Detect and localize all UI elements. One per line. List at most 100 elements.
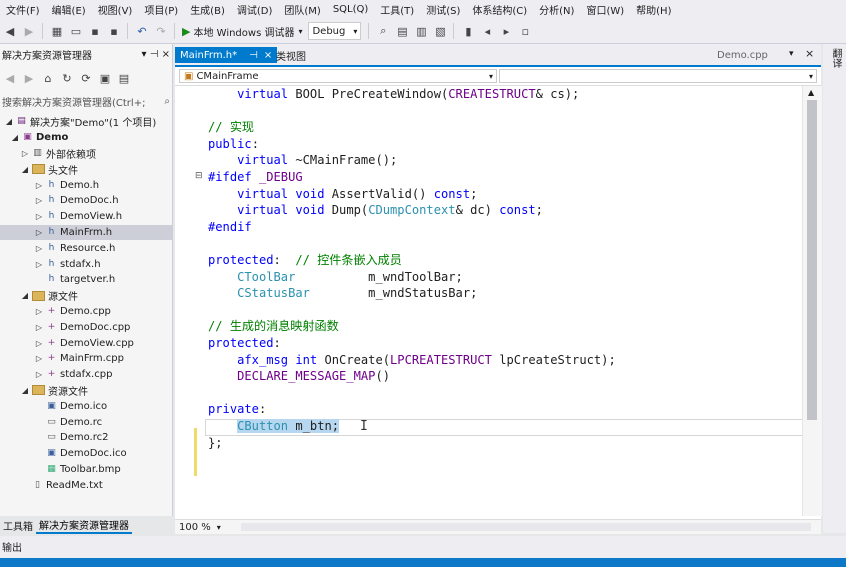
refresh-icon[interactable]: ⟳ bbox=[77, 69, 95, 87]
tab-toolbox[interactable]: 工具箱 bbox=[0, 518, 36, 533]
solution-search-input[interactable]: 搜索解决方案资源管理器(Ctrl+; ⌕ bbox=[0, 92, 172, 110]
tree-item-readme[interactable]: ▯ ReadMe.txt bbox=[0, 477, 172, 493]
text-file-icon: ▯ bbox=[35, 479, 40, 490]
tree-item-cpp[interactable]: ▷ + Demo.cpp bbox=[0, 304, 172, 320]
menu-item[interactable]: 调试(D) bbox=[231, 2, 279, 17]
tree-item-cpp[interactable]: ▷ + DemoView.cpp bbox=[0, 335, 172, 351]
clear-bookmark-icon[interactable]: ▫ bbox=[516, 22, 534, 40]
tree-item-h[interactable]: ▷ h Resource.h bbox=[0, 240, 172, 256]
back-icon[interactable]: ◀ bbox=[1, 22, 19, 40]
tab-mainfrm-h[interactable]: MainFrm.h* ⊣ × bbox=[175, 47, 278, 63]
home-icon[interactable]: ⌂ bbox=[39, 69, 57, 87]
menu-item[interactable]: 工具(T) bbox=[374, 2, 420, 17]
tree-item-h[interactable]: ▷ h stdafx.h bbox=[0, 256, 172, 272]
tab-solution-explorer[interactable]: 解决方案资源管理器 bbox=[36, 517, 132, 534]
back-icon[interactable]: ◀ bbox=[1, 69, 19, 87]
forward-icon[interactable]: ▶ bbox=[20, 22, 38, 40]
menu-item[interactable]: 帮助(H) bbox=[630, 2, 677, 17]
pin-icon[interactable]: ⊣ bbox=[150, 49, 159, 60]
tree-item-h[interactable]: ▷ h DemoView.h bbox=[0, 209, 172, 225]
dropdown-icon[interactable]: ▾ bbox=[141, 49, 146, 60]
close-icon[interactable]: × bbox=[805, 47, 814, 60]
menu-item[interactable]: 编辑(E) bbox=[46, 2, 92, 17]
menu-item[interactable]: 团队(M) bbox=[278, 2, 326, 17]
collapse-region-icon[interactable]: ⊟ bbox=[195, 171, 203, 181]
tree-item-cpp[interactable]: ▷ + stdafx.cpp bbox=[0, 367, 172, 383]
tab-dropdown-icon[interactable]: ▾ bbox=[789, 49, 794, 59]
zoom-select[interactable]: 100 % bbox=[179, 522, 211, 533]
redo-icon[interactable]: ↷ bbox=[152, 22, 170, 40]
save-all-icon[interactable]: ▪ bbox=[105, 22, 123, 40]
menu-item[interactable]: 项目(P) bbox=[138, 2, 184, 17]
tree-item-h[interactable]: ▷ h DemoDoc.h bbox=[0, 193, 172, 209]
tree-resources-folder[interactable]: ◢ 资源文件 bbox=[0, 383, 172, 399]
tree-item-resource[interactable]: ▭ Demo.rc2 bbox=[0, 430, 172, 446]
code-line: virtual void AssertValid() const; bbox=[237, 187, 478, 201]
save-icon[interactable]: ▪ bbox=[86, 22, 104, 40]
indent-icon[interactable]: ▥ bbox=[412, 22, 430, 40]
tree-item-h[interactable]: h targetver.h bbox=[0, 272, 172, 288]
vertical-scrollbar[interactable]: ▲ bbox=[802, 86, 822, 516]
menu-item[interactable]: 生成(B) bbox=[184, 2, 231, 17]
chevron-down-icon: ▾ bbox=[298, 26, 303, 36]
tree-project[interactable]: ◢ ▣ Demo bbox=[0, 130, 172, 146]
open-icon[interactable]: ▭ bbox=[67, 22, 85, 40]
tree-headers-folder[interactable]: ◢ 头文件 bbox=[0, 161, 172, 177]
tree-item-resource[interactable]: ▣ DemoDoc.ico bbox=[0, 446, 172, 462]
tree-item-resource[interactable]: ▭ Demo.rc bbox=[0, 414, 172, 430]
side-tab-translate[interactable]: 翻译 bbox=[828, 48, 843, 68]
find-icon[interactable]: ⌕ bbox=[374, 22, 392, 40]
next-bookmark-icon[interactable]: ▸ bbox=[497, 22, 515, 40]
prev-bookmark-icon[interactable]: ◂ bbox=[478, 22, 496, 40]
layout-icon[interactable]: ▤ bbox=[393, 22, 411, 40]
comment-icon[interactable]: ▧ bbox=[431, 22, 449, 40]
sync-icon[interactable]: ↻ bbox=[58, 69, 76, 87]
pin-icon[interactable]: ⊣ bbox=[249, 50, 258, 61]
tree-sources-folder[interactable]: ◢ 源文件 bbox=[0, 288, 172, 304]
properties-icon[interactable]: ▤ bbox=[115, 69, 133, 87]
code-area[interactable]: virtual BOOL PreCreateWindow(CREATESTRUC… bbox=[205, 86, 803, 516]
menu-item[interactable]: 文件(F) bbox=[0, 2, 46, 17]
chevron-down-icon: ▾ bbox=[353, 26, 358, 36]
config-select[interactable]: Debug ▾ bbox=[308, 22, 362, 40]
start-debugging-button[interactable]: ▶ 本地 Windows 调试器 ▾ bbox=[179, 24, 305, 39]
member-select[interactable]: ▾ bbox=[499, 69, 817, 83]
menu-item[interactable]: 分析(N) bbox=[533, 2, 580, 17]
horizontal-scrollbar[interactable] bbox=[240, 523, 811, 531]
bookmark-icon[interactable]: ▮ bbox=[459, 22, 477, 40]
tree-external-deps[interactable]: ▷ ▥ 外部依赖项 bbox=[0, 146, 172, 162]
class-select[interactable]: ▣ CMainFrame ▾ bbox=[179, 69, 497, 83]
collapsed-icon: ▷ bbox=[35, 227, 43, 237]
play-icon: ▶ bbox=[182, 24, 191, 38]
expanded-icon: ◢ bbox=[21, 291, 29, 301]
close-icon[interactable]: × bbox=[162, 49, 170, 60]
code-line: virtual ~CMainFrame(); bbox=[237, 153, 398, 167]
tree-item-resource[interactable]: ▦ Toolbar.bmp bbox=[0, 462, 172, 478]
tree-item-cpp[interactable]: ▷ + DemoDoc.cpp bbox=[0, 319, 172, 335]
output-label[interactable]: 输出 bbox=[2, 543, 22, 554]
tree-item-cpp[interactable]: ▷ + MainFrm.cpp bbox=[0, 351, 172, 367]
undo-icon[interactable]: ↶ bbox=[133, 22, 151, 40]
menu-item[interactable]: 窗口(W) bbox=[580, 2, 630, 17]
scroll-up-icon[interactable]: ▲ bbox=[808, 88, 814, 97]
menu-item[interactable]: SQL(Q) bbox=[327, 4, 374, 15]
tab-demo-cpp[interactable]: Demo.cpp bbox=[712, 47, 773, 63]
menu-item[interactable]: 测试(S) bbox=[420, 2, 466, 17]
code-line: virtual BOOL PreCreateWindow(CREATESTRUC… bbox=[237, 87, 580, 101]
tree-solution[interactable]: ◢ ▤ 解决方案"Demo"(1 个项目) bbox=[0, 114, 172, 130]
chevron-down-icon[interactable]: ▾ bbox=[217, 523, 221, 532]
tree-label: DemoDoc.cpp bbox=[60, 321, 131, 333]
menu-item[interactable]: 视图(V) bbox=[92, 2, 139, 17]
tree-item-h-selected[interactable]: ▷ h MainFrm.h bbox=[0, 224, 172, 241]
tree-label: 头文件 bbox=[48, 165, 78, 177]
forward-icon[interactable]: ▶ bbox=[20, 69, 38, 87]
menu-item[interactable]: 体系结构(C) bbox=[466, 2, 533, 17]
scroll-thumb[interactable] bbox=[807, 100, 817, 420]
tree-item-h[interactable]: ▷ h Demo.h bbox=[0, 177, 172, 193]
tree-label: Demo.cpp bbox=[60, 305, 111, 317]
collapse-icon[interactable]: ▣ bbox=[96, 69, 114, 87]
new-project-icon[interactable]: ▦ bbox=[48, 22, 66, 40]
tree-item-resource[interactable]: ▣ Demo.ico bbox=[0, 398, 172, 414]
tab-class-view[interactable]: 类视图 bbox=[271, 47, 311, 63]
panel-controls: ▾ ⊣ × bbox=[141, 49, 170, 60]
